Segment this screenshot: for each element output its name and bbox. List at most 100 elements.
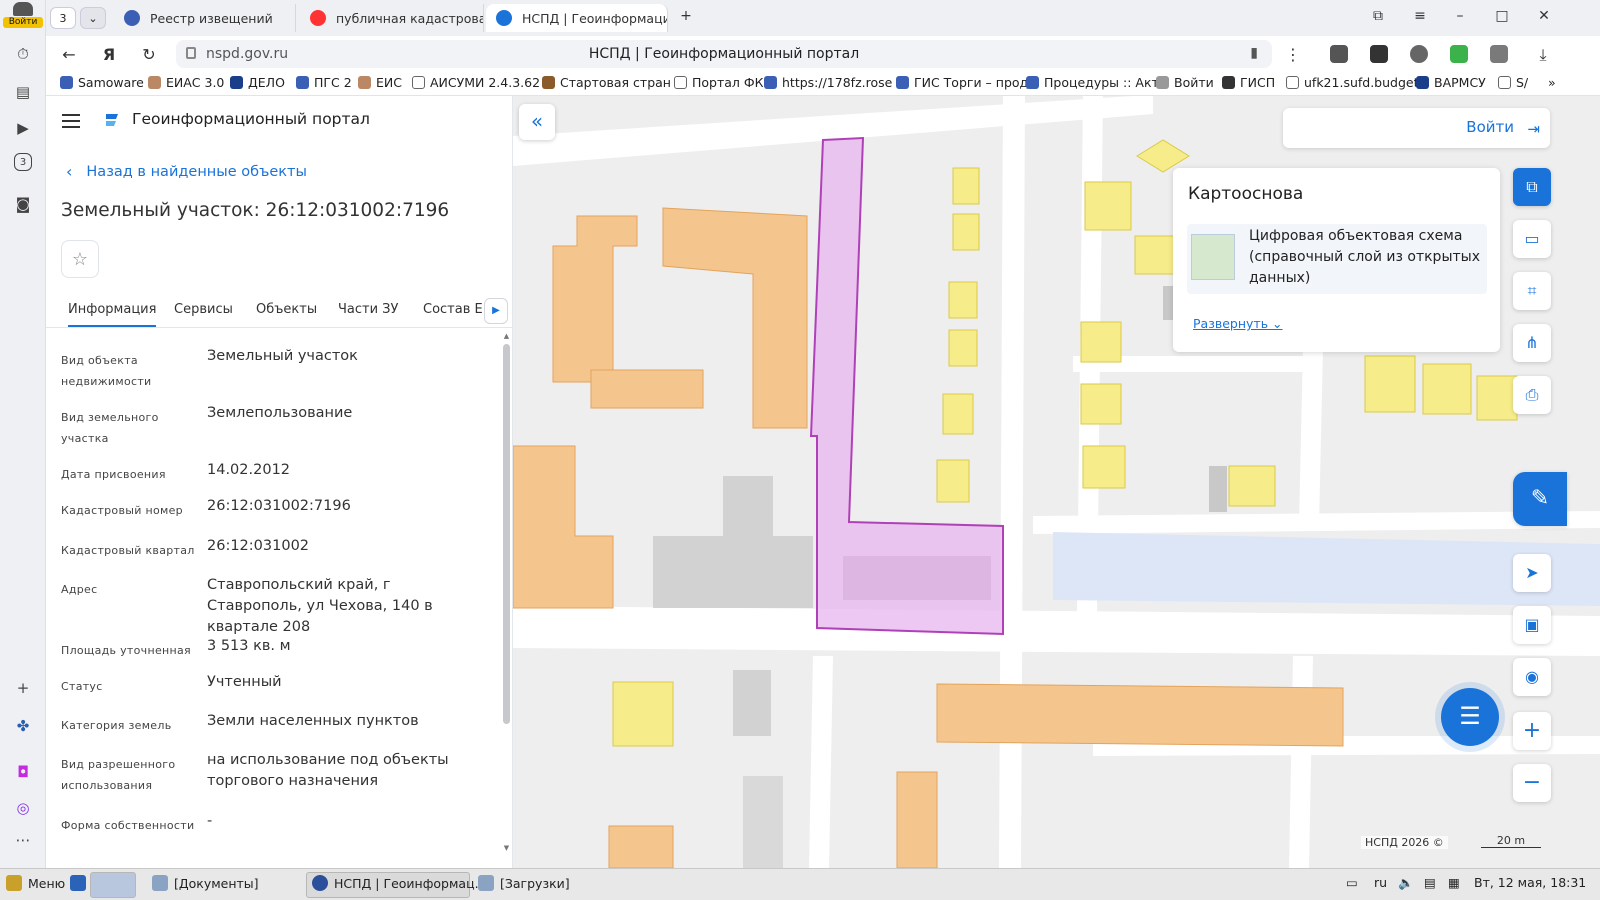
back-icon[interactable]: ←: [58, 44, 80, 66]
taskbar-window-label: [Документы]: [174, 875, 259, 891]
clipboard-icon[interactable]: ▤: [1424, 875, 1436, 890]
bookmark-icon[interactable]: ▮: [1250, 45, 1258, 61]
tab-objects[interactable]: Объекты: [256, 302, 317, 317]
property-label: Кадастровый квартал: [61, 544, 195, 557]
share-icon[interactable]: ⋔: [1513, 324, 1551, 362]
panel-scrollbar[interactable]: ▲ ▼: [502, 332, 511, 852]
page-icon: [1286, 76, 1299, 89]
bookmark-item[interactable]: Процедуры :: Акт: [1026, 75, 1159, 90]
bookmark-item[interactable]: ДЕЛО: [230, 75, 285, 90]
bookmark-item[interactable]: Samoware: [60, 75, 144, 90]
profile-icon: [13, 2, 33, 16]
minimize-icon[interactable]: –: [1450, 8, 1470, 24]
tab-composition[interactable]: Состав Е: [423, 302, 483, 317]
map-login-button[interactable]: Войти ⇥: [1283, 108, 1550, 148]
bookmark-panel-icon[interactable]: ⧉: [1368, 8, 1388, 24]
tab-registry[interactable]: Реестр извещений: [114, 4, 296, 32]
new-tab-button[interactable]: +: [676, 8, 696, 24]
shield-icon[interactable]: [1450, 45, 1468, 63]
bookmark-item[interactable]: ГИСП: [1222, 75, 1275, 90]
screenshot-icon[interactable]: ◙: [11, 192, 35, 216]
extension-icon[interactable]: [1490, 45, 1508, 63]
bookmark-item[interactable]: ЕИАС 3.0: [148, 75, 224, 90]
bookmark-item[interactable]: S/: [1498, 75, 1528, 90]
calendar-icon[interactable]: ▦: [1448, 875, 1460, 890]
geolocation-icon[interactable]: ➤: [1513, 554, 1551, 592]
taskbar-window[interactable]: [Документы]: [152, 875, 259, 891]
collapse-panel-button[interactable]: «: [519, 104, 555, 140]
feedback-icon[interactable]: ✎: [1513, 472, 1567, 526]
tab-list-button[interactable]: ⌄: [80, 7, 106, 29]
bookmark-item[interactable]: Войти: [1156, 75, 1214, 90]
add-panel-icon[interactable]: +: [11, 676, 35, 700]
close-window-icon[interactable]: ✕: [1534, 8, 1554, 24]
chat-icon[interactable]: ☰: [1441, 688, 1499, 746]
gerb-icon[interactable]: ✤: [11, 714, 35, 738]
basemap-layer-item[interactable]: Цифровая объектовая схема (справочный сл…: [1187, 224, 1487, 294]
extension-icon[interactable]: [1410, 45, 1428, 63]
bookmark-item[interactable]: ГИС Торги – прод: [896, 75, 1028, 90]
profile-login-button[interactable]: Войти: [3, 2, 43, 32]
scroll-down-icon[interactable]: ▼: [502, 844, 511, 852]
ruler-icon[interactable]: ▭: [1513, 220, 1551, 258]
display-icon[interactable]: ▭: [1346, 875, 1358, 890]
taskbar-window[interactable]: НСПД | Геоинформац...: [312, 875, 487, 891]
reload-icon[interactable]: ↻: [138, 44, 160, 66]
hamburger-menu-icon[interactable]: [62, 114, 80, 132]
scrollbar-thumb[interactable]: [503, 344, 510, 724]
tab-info[interactable]: Информация: [68, 302, 157, 327]
collections-icon[interactable]: ▤: [11, 80, 35, 104]
menu-icon[interactable]: ≡: [1410, 8, 1430, 24]
bookmark-item[interactable]: https://178fz.rose: [764, 75, 892, 90]
tab-count-chip[interactable]: 3: [50, 7, 76, 29]
clock[interactable]: Вт, 12 мая, 18:31: [1474, 875, 1586, 890]
minimap-icon[interactable]: ▣: [1513, 606, 1551, 644]
tab-services[interactable]: Сервисы: [174, 302, 233, 317]
tab-count-icon[interactable]: 3: [14, 153, 32, 171]
place-pin-icon[interactable]: ◉: [1513, 658, 1551, 696]
app-icon[interactable]: ◘: [11, 760, 35, 784]
volume-icon[interactable]: 🔈: [1398, 875, 1414, 891]
layers-close-icon[interactable]: ⧉: [1513, 168, 1551, 206]
print-icon[interactable]: ⎙: [1513, 376, 1551, 414]
scroll-up-icon[interactable]: ▲: [502, 332, 511, 340]
taskbar-window[interactable]: [Загрузки]: [478, 875, 570, 891]
bookmark-item[interactable]: ВАРМСУ: [1416, 75, 1486, 90]
back-to-results-link[interactable]: ‹ Назад в найденные объекты: [66, 162, 307, 181]
property-value: 3 513 кв. м: [207, 638, 291, 654]
start-menu-button[interactable]: Меню: [6, 875, 65, 891]
gerb-icon: [124, 10, 140, 26]
yandex-icon[interactable]: Я: [98, 44, 120, 66]
language-indicator[interactable]: ru: [1374, 875, 1387, 890]
alice-icon[interactable]: ◎: [11, 796, 35, 820]
bookmark-item[interactable]: Стартовая стран: [542, 75, 671, 90]
yandex-taskbar-icon[interactable]: [90, 872, 136, 898]
bookmarks-more[interactable]: »: [1548, 75, 1556, 90]
tab-title: НСПД | Геоинформаци: [522, 10, 668, 26]
tabs-next-button[interactable]: ▶: [484, 298, 508, 324]
maximize-icon[interactable]: □: [1492, 8, 1512, 24]
expand-layers-link[interactable]: Развернуть ⌄: [1193, 316, 1283, 331]
extension-icon[interactable]: [1370, 45, 1388, 63]
tab-cadastral-map[interactable]: публичная кадастровая к: [300, 4, 484, 32]
tab-parts[interactable]: Части ЗУ: [338, 302, 398, 317]
bookmark-item[interactable]: ufk21.sufd.budget: [1286, 75, 1419, 90]
map-view[interactable]: « Войти ⇥ Картооснова Цифровая объектова…: [513, 96, 1600, 868]
tab-nspd[interactable]: НСПД | Геоинформаци ✕: [486, 4, 668, 32]
history-icon[interactable]: ⏱: [11, 42, 35, 66]
bookmark-item[interactable]: АИСУМИ 2.4.3.62: [412, 75, 540, 90]
bookmark-item[interactable]: ЕИС: [358, 75, 402, 90]
zoom-in-icon[interactable]: +: [1513, 712, 1551, 750]
show-desktop-icon[interactable]: [70, 875, 92, 891]
area-search-icon[interactable]: ⌗: [1513, 272, 1551, 310]
video-icon[interactable]: ▶: [11, 116, 35, 140]
bookmark-item[interactable]: Портал ФК: [674, 75, 764, 90]
star-icon[interactable]: ☆: [61, 240, 99, 278]
bookmark-item[interactable]: ПГС 2: [296, 75, 352, 90]
downloads-icon[interactable]: ⤓: [1532, 44, 1554, 66]
zoom-out-icon[interactable]: −: [1513, 764, 1551, 802]
more-icon[interactable]: ⋯: [11, 828, 35, 852]
page-menu-icon[interactable]: ⋮: [1282, 44, 1304, 66]
omnibox[interactable]: nspd.gov.ru НСПД | Геоинформационный пор…: [176, 40, 1272, 68]
extension-icon[interactable]: [1330, 45, 1348, 63]
